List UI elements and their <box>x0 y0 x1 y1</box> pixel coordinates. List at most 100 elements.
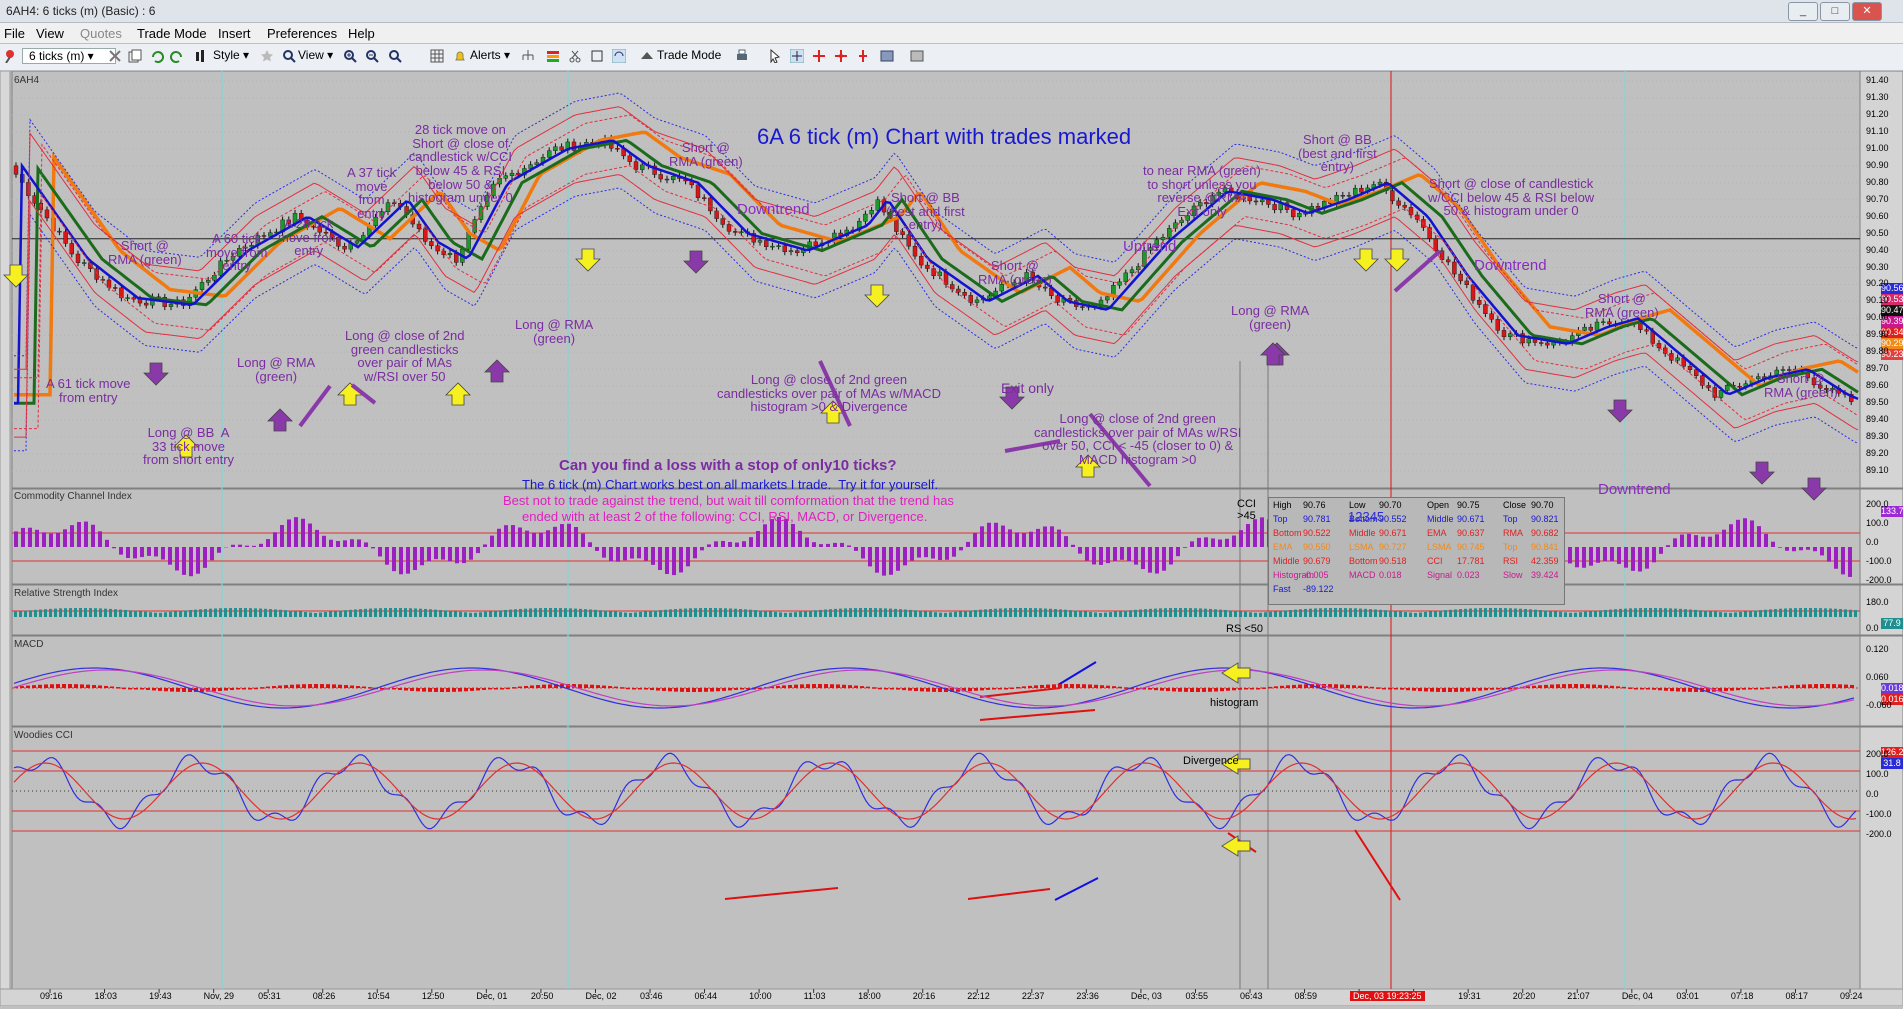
print-icon[interactable] <box>735 49 749 63</box>
cci-bar <box>581 534 585 547</box>
pin-icon[interactable] <box>3 49 17 63</box>
rsi-bar <box>594 610 597 617</box>
sync-icon[interactable] <box>612 49 626 63</box>
redo-icon[interactable] <box>170 49 184 63</box>
style-menu[interactable]: Style ▾ <box>213 48 249 62</box>
rsi-bar <box>1854 610 1857 617</box>
menu-preferences[interactable]: Preferences <box>267 26 337 41</box>
undo-icon[interactable] <box>150 49 164 63</box>
cci-bar <box>252 546 256 547</box>
vertical-line-icon[interactable] <box>856 49 870 63</box>
candle <box>1638 323 1642 330</box>
rsi-bar <box>934 612 937 617</box>
delete-icon[interactable] <box>108 49 122 63</box>
macd-bar <box>1592 685 1596 688</box>
layout-icon[interactable] <box>880 49 894 63</box>
cci-bar <box>427 547 431 561</box>
annotation: Long @ close of 2nd green candlesticks o… <box>345 329 464 384</box>
macd-bar <box>170 688 174 692</box>
rsi-bar <box>379 608 382 617</box>
info-value: -0.005 <box>1303 570 1329 580</box>
zoom-out-icon[interactable] <box>365 49 379 63</box>
menu-quotes[interactable]: Quotes <box>80 26 122 41</box>
rsi-bar <box>304 612 307 617</box>
trade-mode-icon[interactable] <box>640 49 654 63</box>
macd-bar <box>830 684 834 688</box>
rsi-bar <box>329 612 332 617</box>
price-tick-label: 90.50 <box>1866 228 1889 238</box>
cci-bar <box>434 547 438 559</box>
alerts-menu[interactable]: Alerts ▾ <box>470 48 510 62</box>
menu-trade-mode[interactable]: Trade Mode <box>137 26 207 41</box>
candle <box>901 232 905 235</box>
menu-bar: File View Quotes Trade Mode Insert Prefe… <box>0 23 1903 43</box>
rsi-bar <box>859 608 862 617</box>
star-icon[interactable] <box>260 49 274 63</box>
macd-bar <box>884 688 888 690</box>
cci-bar <box>987 523 991 547</box>
trade-mode-button[interactable]: Trade Mode <box>657 48 721 62</box>
style-icon[interactable] <box>194 49 208 63</box>
crosshair-red-icon[interactable] <box>812 49 826 63</box>
crosshair-icon[interactable] <box>790 49 804 63</box>
frame-icon[interactable] <box>590 49 604 63</box>
rsi-bar <box>384 608 387 617</box>
candle <box>113 287 117 288</box>
macd-bar <box>176 688 180 692</box>
rsi-bar <box>814 610 817 617</box>
menu-help[interactable]: Help <box>348 26 375 41</box>
close-button[interactable]: ✕ <box>1852 2 1882 21</box>
macd-bar <box>926 688 930 692</box>
period-select[interactable]: 6 ticks (m) ▾ <box>22 48 116 64</box>
target-icon[interactable] <box>834 49 848 63</box>
macd-bar <box>608 686 612 688</box>
macd-bar <box>1850 685 1854 688</box>
grid-icon[interactable] <box>430 49 444 63</box>
rsi-bar <box>1449 610 1452 617</box>
macd-bar <box>932 688 936 692</box>
rsi-bar <box>1739 612 1742 617</box>
macd-bar <box>1304 684 1308 688</box>
cci-bar <box>343 540 347 547</box>
menu-view[interactable]: View <box>36 26 64 41</box>
trend-label: Downtrend <box>1598 482 1671 498</box>
candle <box>1738 386 1742 387</box>
copy-icon[interactable] <box>128 49 142 63</box>
maximize-button[interactable]: □ <box>1820 2 1850 21</box>
macd-bar <box>1226 688 1230 691</box>
cci-bar <box>532 533 536 547</box>
cci-bar <box>1008 529 1012 547</box>
rsi-bar <box>89 608 92 617</box>
magnifier-icon[interactable] <box>282 49 296 63</box>
cci-bar <box>406 547 410 574</box>
scissors-icon[interactable] <box>568 49 582 63</box>
chart-props-icon[interactable] <box>910 49 924 63</box>
bell-icon[interactable] <box>453 49 467 63</box>
menu-file[interactable]: File <box>4 26 25 41</box>
tree-icon[interactable] <box>521 49 535 63</box>
view-menu[interactable]: View ▾ <box>298 48 333 62</box>
pointer-icon[interactable] <box>768 49 782 63</box>
time-tick-label: 09:16 <box>40 991 63 1001</box>
bars-color-icon[interactable] <box>546 49 560 63</box>
menu-insert[interactable]: Insert <box>218 26 251 41</box>
chart-area[interactable]: 6AH4 6A 6 tick (m) Chart with trades mar… <box>0 71 1903 1006</box>
macd-bar <box>1376 687 1380 689</box>
rsi-bar <box>1804 608 1807 617</box>
cci-bar <box>644 547 648 561</box>
annotation: A 28 tick move from entry <box>278 217 339 258</box>
cci-bar <box>1603 547 1607 561</box>
macd-bar <box>1232 688 1236 690</box>
candle <box>1545 343 1549 345</box>
cci-bar <box>210 547 214 560</box>
zoom-select-icon[interactable] <box>388 49 402 63</box>
rsi-bar <box>44 609 47 617</box>
rsi-bar <box>749 610 752 617</box>
candle <box>913 246 917 256</box>
zoom-in-icon[interactable] <box>343 49 357 63</box>
rsi-bar <box>1544 610 1547 617</box>
cci-bar <box>1624 547 1628 568</box>
macd-bar <box>26 686 30 688</box>
minimize-button[interactable]: _ <box>1788 2 1818 21</box>
rsi-bar <box>1329 608 1332 617</box>
